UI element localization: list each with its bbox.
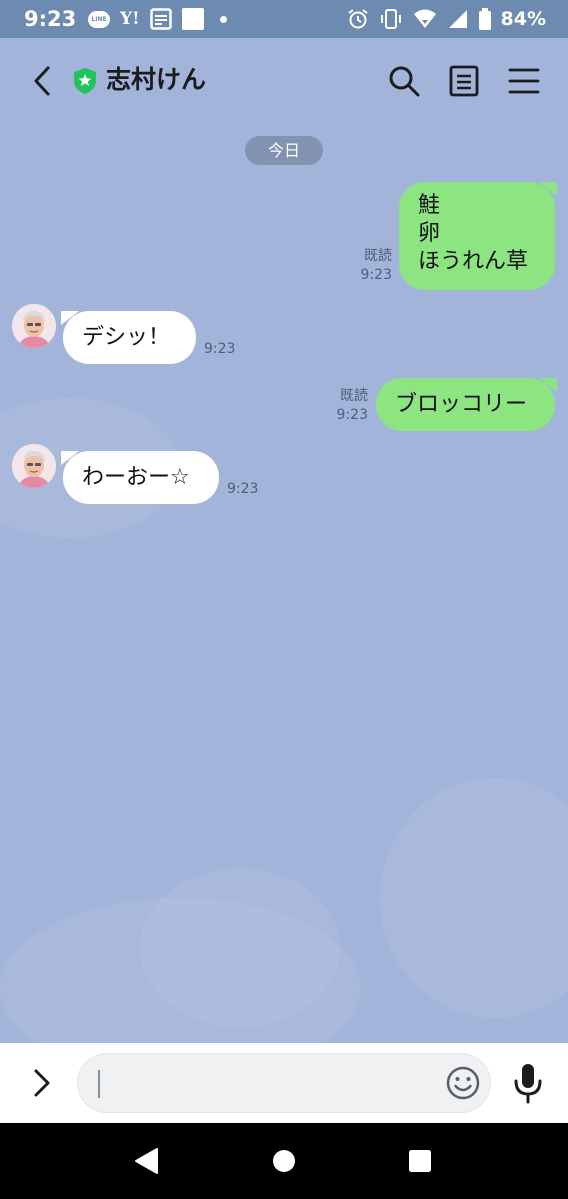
battery-percent: 84%: [500, 8, 546, 30]
vibrate-icon: [380, 9, 401, 29]
message-meta: 既読 9:23: [326, 387, 368, 425]
message-line: ほうれん草: [418, 249, 529, 274]
avatar-image: [12, 444, 56, 488]
line-notification-icon: LINE: [88, 10, 110, 28]
menu-icon[interactable]: [507, 64, 541, 98]
chat-header: 志村けん: [0, 38, 568, 124]
date-separator: 今日: [245, 136, 323, 165]
message-line: 卵: [418, 221, 441, 246]
outgoing-message-bubble[interactable]: ブロッコリー: [376, 378, 557, 431]
message-meta: 既読 9:23: [350, 247, 392, 285]
message-time: 9:23: [336, 407, 368, 423]
expand-icon[interactable]: [30, 1065, 54, 1101]
wifi-icon: [413, 9, 436, 28]
notification-icons: LINE Y!: [88, 7, 227, 31]
official-shield-icon: [74, 68, 96, 94]
outgoing-message-bubble[interactable]: 鮭 卵 ほうれん草: [399, 182, 557, 290]
message-text: デシッ！: [82, 325, 171, 350]
dot-icon: [219, 15, 227, 23]
status-bar: 9:23 LINE Y! 84%: [0, 0, 568, 38]
emoji-icon[interactable]: [445, 1065, 481, 1101]
back-icon[interactable]: [28, 64, 56, 98]
chat-title[interactable]: 志村けん: [106, 63, 206, 97]
avatar[interactable]: [12, 304, 56, 348]
incoming-message-bubble[interactable]: わーおー☆: [61, 451, 219, 504]
text-caret: [98, 1070, 100, 1098]
message-time: 9:23: [204, 341, 236, 357]
white-square-icon: [181, 8, 204, 30]
message-input[interactable]: [77, 1053, 491, 1113]
system-status-icons: 84%: [347, 7, 546, 31]
read-receipt: 既読: [340, 388, 368, 404]
message-input-bar: [0, 1043, 568, 1123]
recents-square-icon[interactable]: [405, 1146, 435, 1176]
avatar-image: [12, 304, 56, 348]
battery-icon: [478, 8, 491, 30]
notes-icon[interactable]: [447, 64, 481, 98]
signal-icon: [448, 10, 467, 28]
message-text: わーおー☆: [82, 465, 190, 490]
news-icon: [149, 8, 172, 30]
back-triangle-icon[interactable]: [132, 1146, 162, 1176]
search-icon[interactable]: [387, 64, 421, 98]
incoming-message-bubble[interactable]: デシッ！: [61, 311, 196, 364]
message-text: ブロッコリー: [395, 392, 528, 417]
microphone-icon[interactable]: [510, 1061, 546, 1105]
read-receipt: 既読: [364, 248, 392, 264]
alarm-icon: [347, 9, 368, 29]
message-time: 9:23: [360, 267, 392, 283]
system-navigation-bar: [0, 1123, 568, 1199]
message-time: 9:23: [227, 481, 259, 497]
avatar[interactable]: [12, 444, 56, 488]
message-line: 鮭: [418, 193, 441, 218]
home-circle-icon[interactable]: [269, 1146, 299, 1176]
yahoo-icon: Y!: [120, 9, 140, 29]
status-time: 9:23: [24, 7, 77, 31]
